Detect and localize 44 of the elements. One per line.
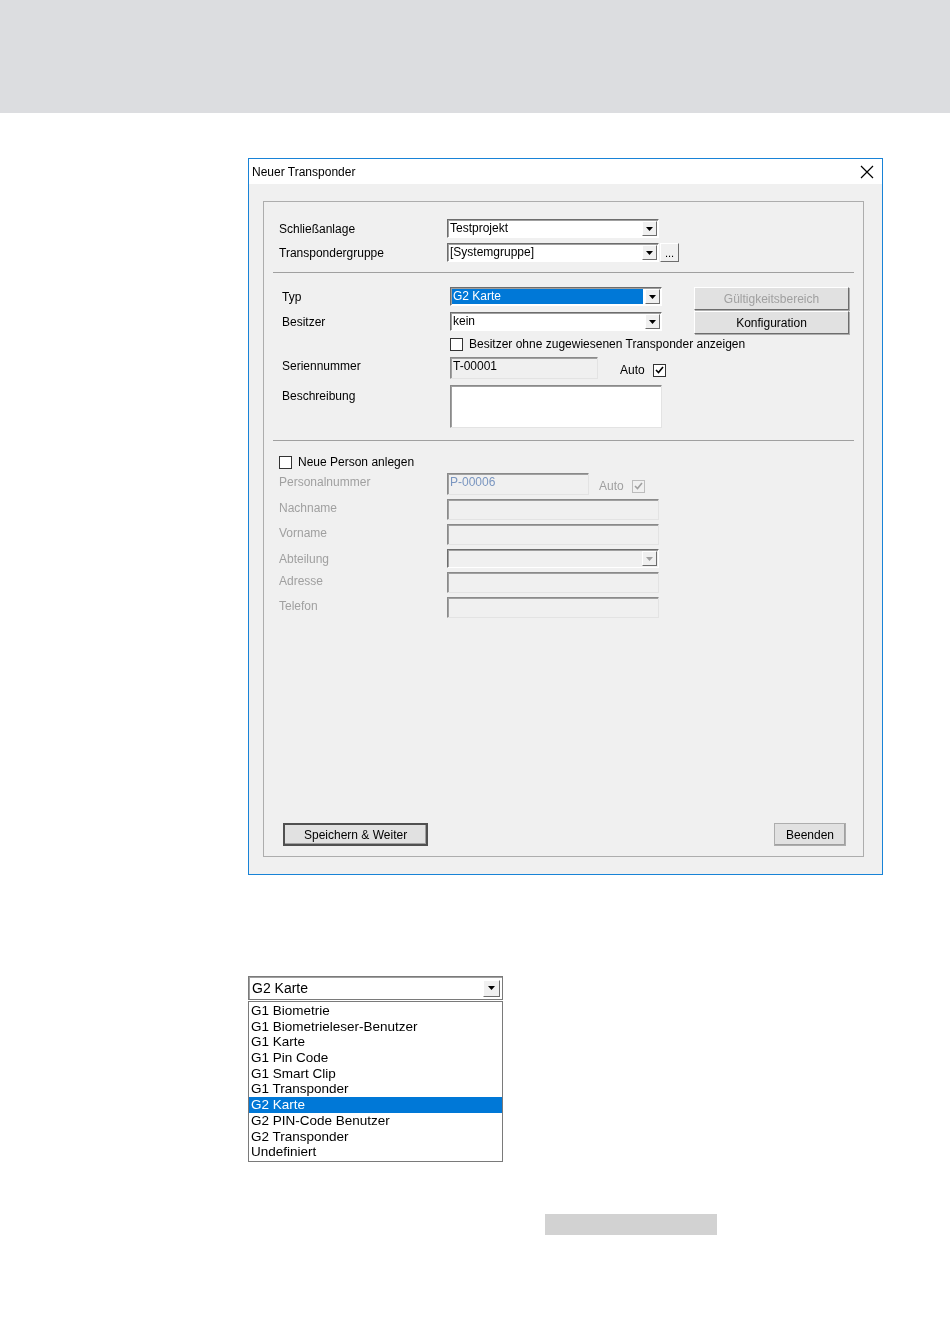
combo-box[interactable]: [Systemgruppe]	[447, 243, 659, 262]
combo-box[interactable]: kein	[450, 312, 662, 331]
checkbox-option[interactable]: Neue Person anlegen	[279, 455, 694, 469]
description-field[interactable]	[450, 385, 662, 428]
combo-box[interactable]: Testprojekt	[447, 219, 659, 238]
field-label: Vorname	[279, 525, 329, 540]
field-label: Abteilung	[279, 551, 331, 566]
text-field[interactable]	[447, 572, 659, 593]
checkbox[interactable]	[652, 363, 666, 377]
field-label: Nachname	[279, 500, 339, 515]
field-label: Seriennummer	[281, 358, 362, 373]
dropdown-arrow-icon	[649, 294, 656, 299]
field-label: Telefon	[279, 598, 319, 613]
field-label: Adresse	[279, 573, 325, 588]
text-field[interactable]	[447, 597, 659, 618]
field-label: Beschreibung	[281, 388, 357, 403]
combo-box[interactable]	[447, 549, 659, 568]
field-label: Personalnummer	[279, 474, 372, 489]
dropdown-arrow-icon	[646, 250, 653, 255]
field-label: Transpondergruppe	[279, 245, 385, 260]
browse-button[interactable]: ...	[660, 243, 679, 262]
checkbox-option[interactable]: Besitzer ohne zugewiesenen Transponder anzeigen	[450, 337, 746, 351]
field-label: Schließanlage	[279, 221, 357, 236]
window-title: Neuer Transponder	[252, 164, 356, 179]
checkbox[interactable]	[279, 455, 292, 469]
text-field[interactable]: T-00001	[450, 357, 598, 379]
dropdown-arrow-icon	[488, 986, 495, 990]
dropdown-arrow-icon	[646, 226, 653, 231]
text-field[interactable]	[447, 499, 659, 520]
list-option[interactable]: G2 Karte	[249, 1097, 502, 1113]
auto-label: Auto	[620, 363, 645, 377]
field-label: Besitzer	[281, 314, 327, 329]
dialog-button[interactable]: Konfiguration	[694, 311, 849, 334]
combo-box[interactable]: G2 Karte	[450, 287, 662, 306]
close-icon[interactable]	[860, 164, 874, 179]
checkbox[interactable]	[450, 337, 463, 351]
combo-box[interactable]: G2 Karte	[248, 976, 503, 1000]
dropdown-arrow-icon	[646, 556, 653, 561]
dialog-button[interactable]: Speichern & Weiter	[283, 823, 429, 846]
dialog-button[interactable]: Beenden	[773, 823, 846, 846]
field-label: Typ	[281, 289, 303, 304]
auto-label: Auto	[599, 479, 624, 493]
text-field[interactable]	[447, 524, 659, 545]
dropdown-arrow-icon	[649, 319, 656, 324]
